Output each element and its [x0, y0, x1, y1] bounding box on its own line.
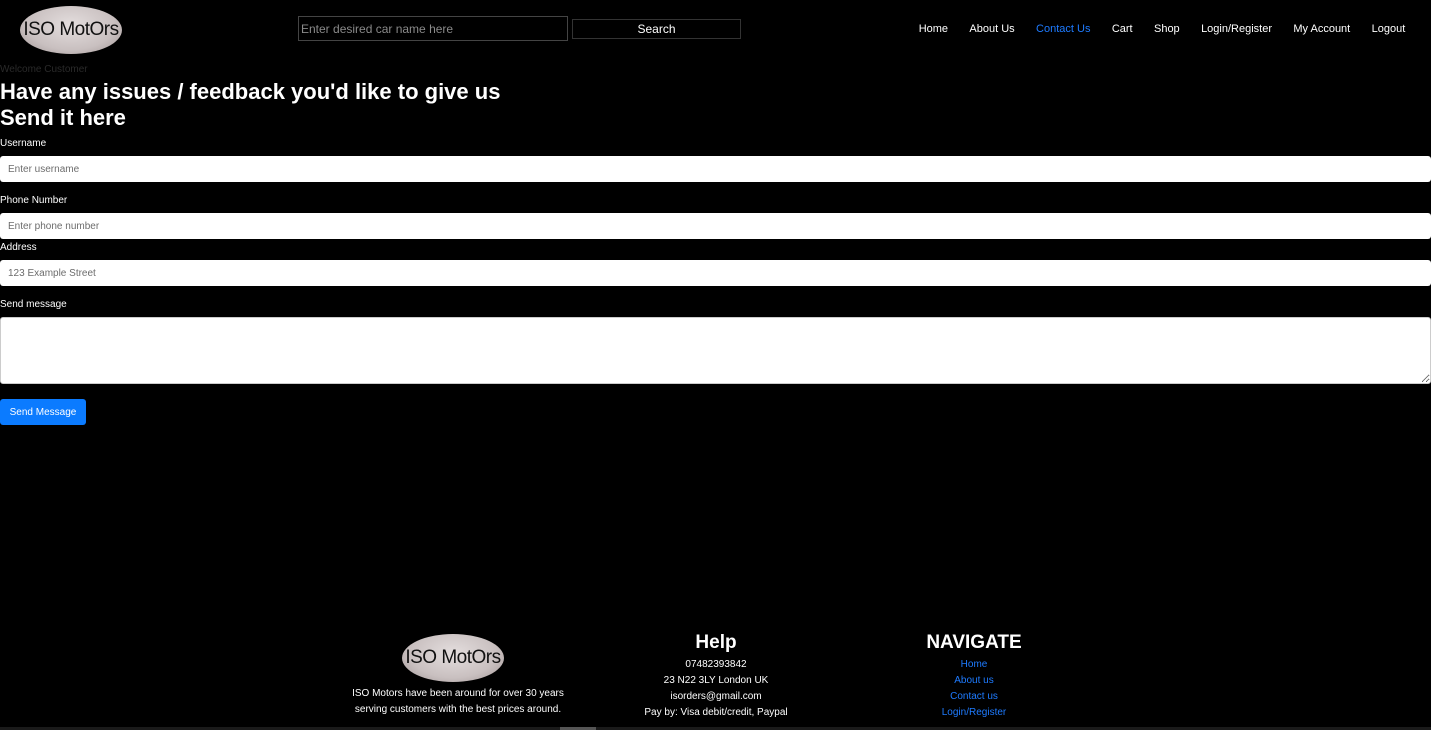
address-label: Address: [0, 242, 37, 253]
username-input[interactable]: [0, 156, 1431, 182]
main-nav: Home About Us Contact Us Cart Shop Login…: [908, 23, 1416, 35]
nav-about-us[interactable]: About Us: [959, 23, 1026, 35]
car-search-input[interactable]: [298, 16, 568, 41]
site-logo-text: ISO MotOrs: [23, 19, 119, 40]
nav-cart[interactable]: Cart: [1101, 23, 1143, 35]
message-label: Send message: [0, 299, 67, 310]
footer-link-about-us[interactable]: About us: [894, 673, 1054, 689]
footer-help-pay: Pay by: Visa debit/credit, Paypal: [644, 707, 788, 718]
address-input[interactable]: [0, 260, 1431, 286]
page-title-line2: Send it here: [0, 105, 126, 130]
footer-about: ISO Motors have been around for over 30 …: [330, 686, 586, 718]
phone-label: Phone Number: [0, 195, 68, 206]
footer-about-line2: serving customers with the best prices a…: [354, 704, 562, 715]
footer-help-email: isorders@gmail.com: [670, 691, 762, 702]
footer-logo[interactable]: ISO MotOrs: [402, 634, 504, 682]
footer-logo-text: ISO MotOrs: [405, 647, 501, 668]
site-logo[interactable]: ISO MotOrs: [20, 6, 122, 54]
send-message-button[interactable]: Send Message: [0, 399, 86, 425]
footer-help-phone: 07482393842: [685, 659, 747, 670]
footer-help-address: 23 N22 3LY London UK: [663, 675, 769, 686]
footer-help-title: Help: [695, 632, 737, 653]
nav-login-register[interactable]: Login/Register: [1190, 23, 1282, 35]
nav-contact-us[interactable]: Contact Us: [1025, 23, 1101, 35]
message-textarea[interactable]: [0, 317, 1431, 384]
welcome-text: Welcome Customer: [0, 64, 88, 75]
footer-link-contact-us[interactable]: Contact us: [894, 689, 1054, 705]
page-title-line1: Have any issues / feedback you'd like to…: [0, 79, 501, 104]
footer-navigate: NAVIGATE Home About us Contact us Login/…: [894, 631, 1054, 721]
footer-link-login-register[interactable]: Login/Register: [894, 705, 1054, 721]
username-label: Username: [0, 138, 47, 149]
nav-home[interactable]: Home: [908, 23, 959, 35]
footer-link-home[interactable]: Home: [894, 657, 1054, 673]
footer-navigate-title: NAVIGATE: [926, 632, 1022, 653]
page-title: Have any issues / feedback you'd like to…: [0, 79, 500, 131]
footer-about-line1: ISO Motors have been around for over 30 …: [352, 688, 564, 699]
search-button[interactable]: Search: [572, 19, 741, 39]
nav-logout[interactable]: Logout: [1361, 23, 1416, 35]
footer-help: Help 07482393842 23 N22 3LY London UK is…: [616, 631, 816, 721]
nav-my-account[interactable]: My Account: [1283, 23, 1361, 35]
nav-shop[interactable]: Shop: [1143, 23, 1190, 35]
phone-input[interactable]: [0, 213, 1431, 239]
